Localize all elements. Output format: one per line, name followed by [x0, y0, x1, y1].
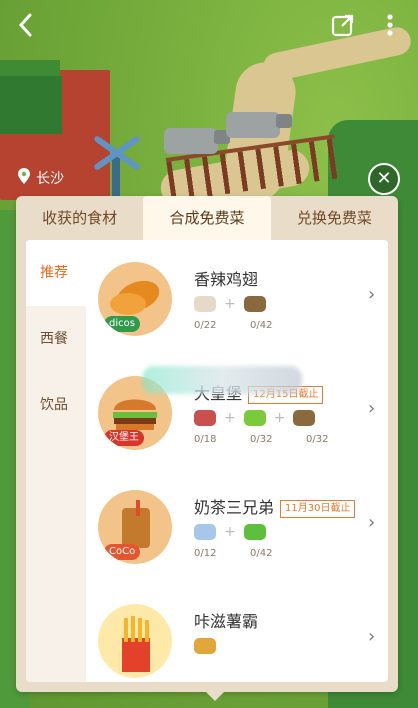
- close-icon[interactable]: ✕: [368, 163, 400, 195]
- location-label: 长沙: [36, 171, 64, 187]
- category-western[interactable]: 西餐: [26, 306, 86, 372]
- ingredients: + +: [194, 410, 316, 426]
- tab-bar: 收获的食材 合成免费菜 兑换免费菜: [16, 196, 398, 240]
- list-item[interactable]: 咔滋薯霸 ›: [86, 582, 388, 682]
- dish-title: 奶茶三兄弟 11月30日截止: [194, 494, 356, 518]
- chevron-right-icon[interactable]: ›: [368, 512, 382, 533]
- panel-content: 推荐 西餐 饮品 dicos 香辣鸡翅 + 0/22 0/42 › 汉堡王 12…: [26, 240, 388, 682]
- dish-image: CoCo: [98, 490, 172, 564]
- deadline-badge: 11月30日截止: [280, 500, 356, 518]
- panel-notch: [205, 691, 225, 701]
- brand-badge: CoCo: [104, 544, 141, 560]
- dish-title: 咔滋薯霸: [194, 612, 259, 631]
- list-item[interactable]: CoCo 奶茶三兄弟 11月30日截止 + 0/12 0/42 ›: [86, 468, 388, 582]
- tab-compose-free-dish[interactable]: 合成免费菜: [143, 196, 271, 240]
- dish-image: dicos: [98, 262, 172, 336]
- milk-icon: [194, 524, 216, 540]
- brand-badge: dicos: [104, 316, 140, 332]
- dish-list: dicos 香辣鸡翅 + 0/22 0/42 › 汉堡王 12月15日截止 + …: [86, 240, 388, 682]
- ingredients: [194, 638, 216, 654]
- chevron-right-icon[interactable]: ›: [368, 284, 382, 305]
- cow: [164, 128, 230, 154]
- share-icon[interactable]: [330, 12, 356, 38]
- lettuce-icon: [243, 410, 266, 426]
- ingredients: +: [194, 296, 266, 312]
- chevron-right-icon[interactable]: ›: [368, 626, 382, 647]
- dish-image: [98, 604, 172, 678]
- back-icon[interactable]: [14, 10, 38, 40]
- list-item[interactable]: dicos 香辣鸡翅 + 0/22 0/42 ›: [86, 240, 388, 354]
- ingredients: +: [194, 524, 266, 540]
- cow: [226, 112, 292, 138]
- bag-icon: [293, 410, 316, 426]
- meat-icon: [194, 410, 216, 426]
- more-icon[interactable]: [384, 10, 396, 40]
- garlic-icon: [194, 296, 216, 312]
- category-sidebar: 推荐 西餐 饮品: [26, 240, 86, 682]
- location[interactable]: 长沙: [18, 168, 64, 188]
- blurred-overlay: [142, 366, 302, 394]
- dish-title: 香辣鸡翅: [194, 270, 259, 289]
- category-recommend[interactable]: 推荐: [26, 240, 86, 306]
- category-drinks[interactable]: 饮品: [26, 372, 86, 438]
- brand-badge: 汉堡王: [104, 430, 144, 446]
- tea-leaf-icon: [243, 524, 266, 540]
- chevron-right-icon[interactable]: ›: [368, 398, 382, 419]
- tab-harvested-ingredients[interactable]: 收获的食材: [16, 196, 143, 240]
- potato-icon: [194, 638, 216, 654]
- bag-icon: [243, 296, 266, 312]
- free-dish-panel: 收获的食材 合成免费菜 兑换免费菜 推荐 西餐 饮品 dicos 香辣鸡翅 + …: [16, 196, 398, 692]
- location-pin-icon: [18, 168, 30, 188]
- tab-redeem-free-dish[interactable]: 兑换免费菜: [271, 196, 398, 240]
